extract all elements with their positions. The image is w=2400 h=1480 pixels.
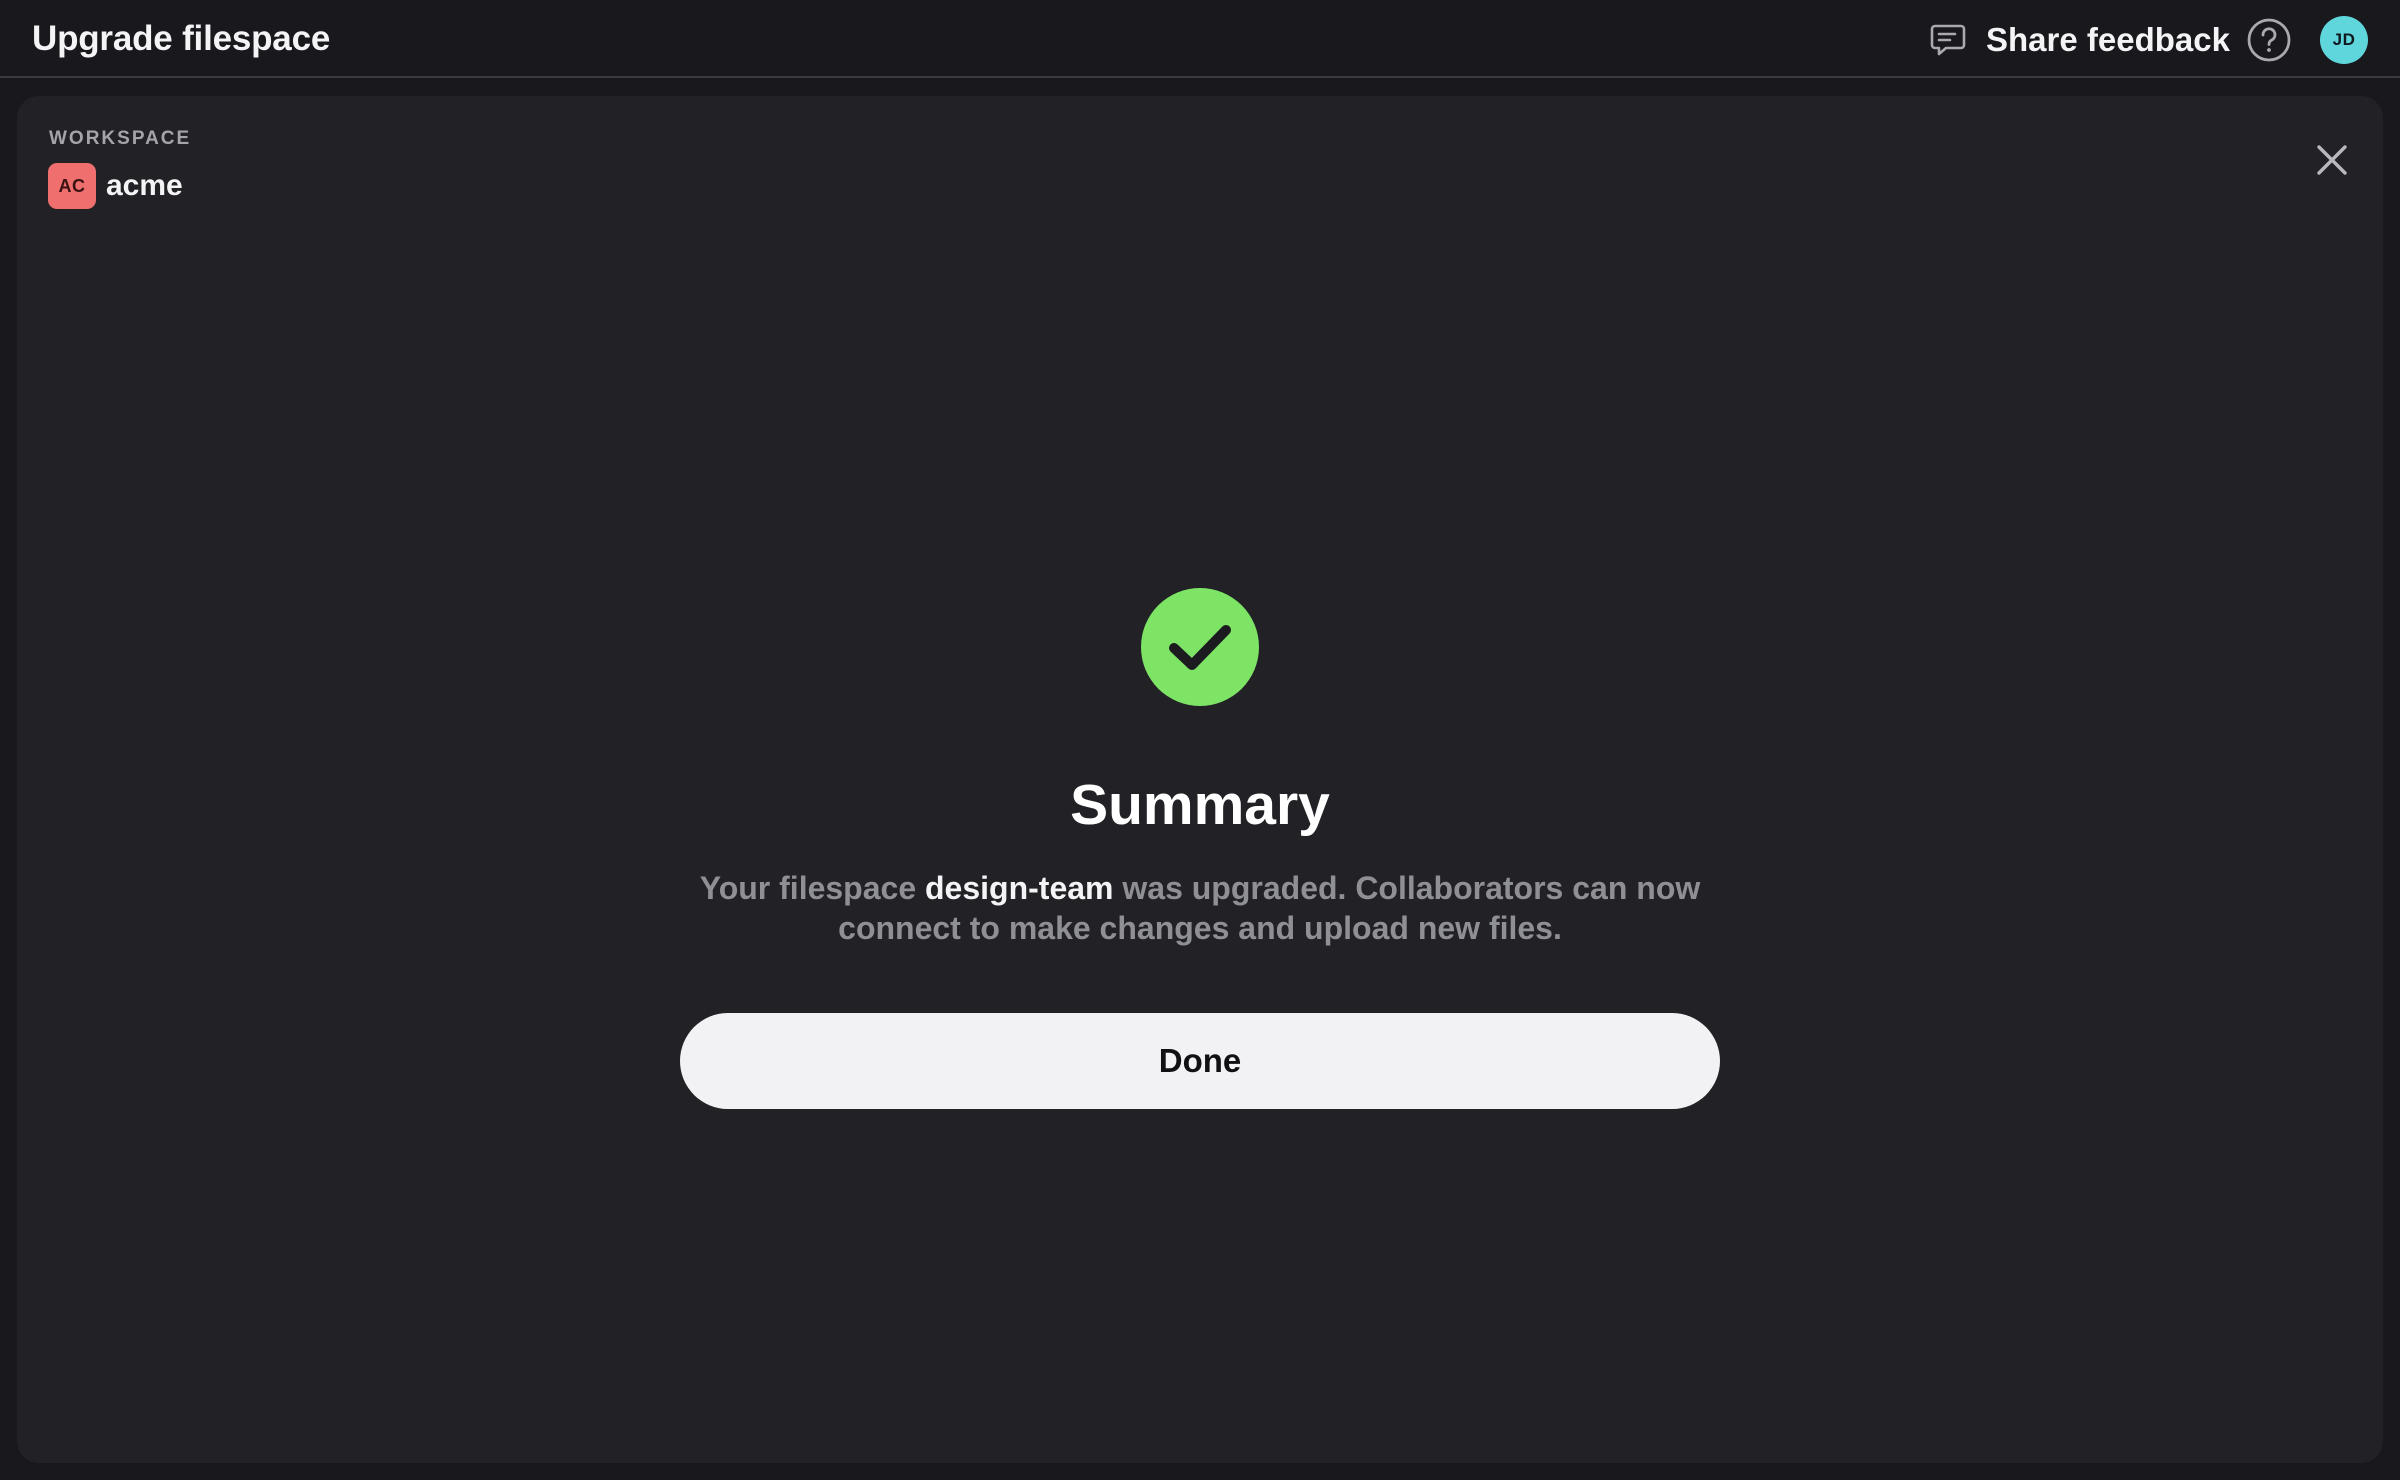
workspace-info: AC acme [48, 163, 183, 209]
summary-title: Summary [1070, 773, 1330, 837]
upgrade-dialog: WORKSPACE AC acme Summary Your filespace… [17, 96, 2383, 1463]
close-icon[interactable] [2304, 132, 2360, 188]
summary-message-prefix: Your filespace [699, 870, 917, 906]
question-circle-icon[interactable] [2246, 17, 2292, 63]
top-bar: Upgrade filespace Share feedback JD [0, 0, 2400, 78]
check-circle-icon [1141, 588, 1259, 706]
page-title: Upgrade filespace [32, 19, 331, 58]
summary-message: Your filespace design-team was upgraded.… [650, 868, 1750, 948]
share-feedback-button[interactable]: Share feedback [1928, 18, 2230, 62]
user-avatar[interactable]: JD [2320, 16, 2368, 64]
done-button[interactable]: Done [680, 1013, 1720, 1109]
chat-bubble-icon [1930, 24, 1966, 56]
share-feedback-label: Share feedback [1986, 21, 2230, 58]
workspace-label: WORKSPACE [49, 128, 192, 149]
workspace-badge: AC [48, 163, 96, 209]
filespace-name: design-team [925, 870, 1114, 906]
workspace-name: acme [106, 169, 183, 202]
